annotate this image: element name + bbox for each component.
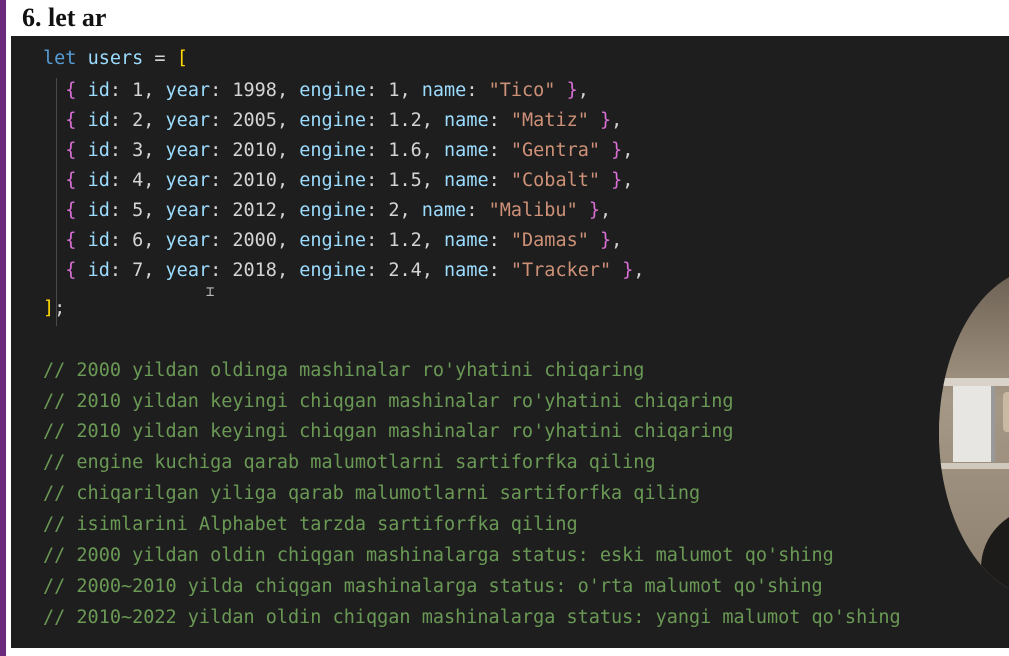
user-year: 2010	[232, 140, 277, 161]
webcam-overlay	[939, 268, 1009, 598]
code-line-closing: ];	[43, 294, 65, 324]
slide-title: 6. let ar	[22, 3, 107, 32]
user-name: "Malibu"	[488, 200, 578, 221]
user-engine: 2.4	[388, 260, 422, 281]
equals-sign: =	[154, 48, 166, 69]
comment-line: // 2010~2022 yildan oldin chiqgan mashin…	[43, 607, 901, 628]
code-line-declaration: let users = [	[43, 44, 188, 74]
comment-line: // chiqarilgan yiliga qarab malumotlarni…	[43, 483, 701, 504]
user-id: 2	[132, 110, 144, 131]
webcam-shelf	[939, 463, 1009, 469]
user-engine: 1	[388, 80, 400, 101]
comment-line: // 2000~2010 yilda chiqgan mashinalarga …	[43, 576, 823, 597]
code-line-user: { id: 5, year: 2012, engine: 2, name: "M…	[65, 200, 612, 221]
code-editor[interactable]: let users = [ { id: 1, year: 1998, engin…	[11, 36, 1009, 648]
slide-left-stripe	[0, 0, 6, 656]
webcam-box	[953, 386, 995, 462]
code-line-user: { id: 2, year: 2005, engine: 1.2, name: …	[65, 110, 623, 131]
user-year: 2005	[232, 110, 277, 131]
code-line-user: { id: 4, year: 2010, engine: 1.5, name: …	[65, 170, 634, 191]
user-id: 5	[132, 200, 144, 221]
user-id: 4	[132, 170, 144, 191]
keyword-let: let	[43, 48, 77, 69]
user-name: "Matiz"	[510, 110, 589, 131]
user-engine: 1.2	[388, 110, 422, 131]
user-engine: 2	[388, 200, 400, 221]
user-id: 3	[132, 140, 144, 161]
comment-line: // engine kuchiga qarab malumotlarni sar…	[43, 452, 656, 473]
comment-line: // isimlarini Alphabet tarzda sartiforfk…	[43, 514, 578, 535]
user-name: "Tico"	[488, 80, 556, 101]
open-bracket: [	[176, 48, 188, 69]
webcam-shelf	[939, 378, 1009, 386]
user-engine: 1.5	[388, 170, 422, 191]
user-year: 2000	[232, 230, 277, 251]
user-id: 7	[132, 260, 144, 281]
webcam-item	[1003, 392, 1009, 432]
user-name: "Gentra"	[510, 140, 600, 161]
code-line-user: { id: 7, year: 2018, engine: 2.4, name: …	[65, 260, 645, 281]
user-engine: 1.2	[388, 230, 422, 251]
user-name: "Tracker"	[510, 260, 612, 281]
comment-line: // 2000 yildan oldinga mashinalar ro'yha…	[43, 360, 645, 381]
code-line-user: { id: 6, year: 2000, engine: 1.2, name: …	[65, 230, 623, 251]
code-line-user: { id: 3, year: 2010, engine: 1.6, name: …	[65, 140, 634, 161]
user-year: 2010	[232, 170, 277, 191]
user-id: 1	[132, 80, 144, 101]
semicolon: ;	[54, 298, 66, 319]
user-name: "Cobalt"	[510, 170, 600, 191]
comment-line: // 2010 yildan keyingi chiqgan mashinala…	[43, 391, 734, 412]
text-cursor-icon: ⌶	[206, 284, 215, 300]
comment-line: // 2010 yildan keyingi chiqgan mashinala…	[43, 421, 734, 442]
user-year: 1998	[232, 80, 277, 101]
user-year: 2012	[232, 200, 277, 221]
code-line-user: { id: 1, year: 1998, engine: 1, name: "T…	[65, 80, 589, 101]
variable-users: users	[87, 48, 144, 69]
comment-line: // 2000 yildan oldin chiqgan mashinalarg…	[43, 545, 834, 566]
close-bracket: ]	[43, 298, 55, 319]
user-name: "Damas"	[510, 230, 589, 251]
user-id: 6	[132, 230, 144, 251]
user-engine: 1.6	[388, 140, 422, 161]
user-year: 2018	[232, 260, 277, 281]
